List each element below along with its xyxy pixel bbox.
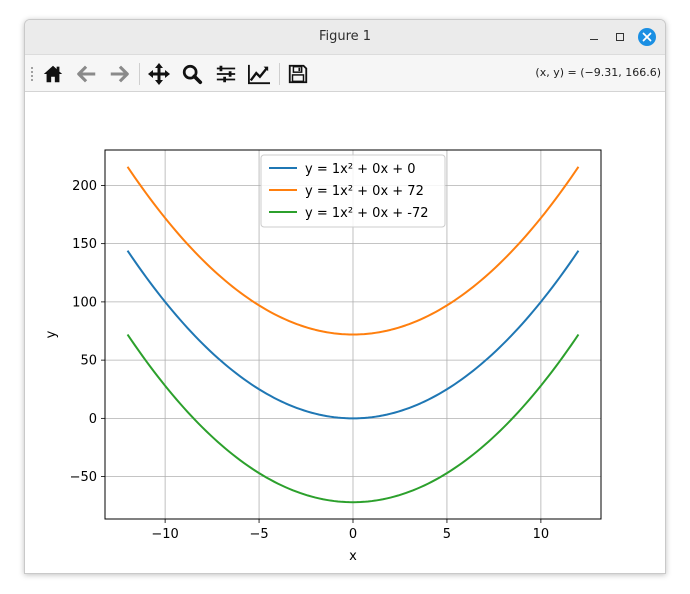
save-button[interactable]	[285, 61, 311, 87]
legend-entry: y = 1x² + 0x + 0	[305, 162, 416, 177]
x-tick-label: −5	[249, 527, 268, 542]
save-icon	[288, 64, 308, 84]
window-title: Figure 1	[318, 29, 372, 44]
close-icon	[638, 28, 656, 46]
figure-canvas[interactable]: −10 −5 0 5 10 −50 0 50 100 150 200 x y y = 1x² + 0…	[25, 92, 665, 573]
home-button[interactable]	[40, 61, 66, 87]
x-axis-label: x	[349, 549, 357, 564]
maximize-icon	[616, 33, 624, 41]
figure-window: Figure 1 (x, y) = (−9.31, 166.6) −10 −5 …	[24, 19, 666, 574]
x-tick-label: 10	[533, 527, 550, 542]
pan-button[interactable]	[146, 61, 172, 87]
toolbar-grip[interactable]	[30, 66, 34, 82]
navigation-toolbar: (x, y) = (−9.31, 166.6)	[25, 55, 665, 92]
forward-icon	[110, 65, 129, 83]
minimize-icon	[590, 39, 598, 40]
back-icon	[77, 65, 96, 83]
y-tick-label: 50	[80, 354, 97, 369]
edit-axis-icon	[248, 64, 270, 85]
toolbar-separator	[139, 63, 140, 85]
x-tick-label: 5	[443, 527, 451, 542]
y-axis-label: y	[44, 330, 59, 338]
back-button[interactable]	[74, 61, 100, 87]
minimize-button[interactable]	[585, 28, 603, 46]
zoom-icon	[182, 64, 203, 85]
edit-axis-button[interactable]	[246, 61, 272, 87]
home-icon	[43, 65, 63, 83]
plot-svg[interactable]: −10 −5 0 5 10−50050100150200 x y y = 1x² + 0…	[25, 92, 665, 573]
toolbar-separator	[279, 63, 280, 85]
title-bar[interactable]: Figure 1	[25, 20, 665, 55]
legend-entry: y = 1x² + 0x + 72	[305, 184, 424, 199]
y-tick-label: −50	[70, 470, 97, 485]
y-tick-label: 200	[72, 179, 97, 194]
zoom-button[interactable]	[179, 61, 205, 87]
maximize-button[interactable]	[611, 28, 629, 46]
cursor-coordinates: (x, y) = (−9.31, 166.6)	[535, 66, 661, 79]
x-tick-label: 0	[349, 527, 357, 542]
close-button[interactable]	[638, 28, 656, 46]
configure-subplots-icon	[216, 65, 236, 83]
legend-entry: y = 1x² + 0x + -72	[305, 206, 429, 221]
forward-button[interactable]	[106, 61, 132, 87]
pan-icon	[148, 63, 170, 85]
configure-subplots-button[interactable]	[213, 61, 239, 87]
y-tick-label: 100	[72, 295, 97, 310]
y-tick-label: 150	[72, 237, 97, 252]
y-tick-label: 0	[89, 412, 97, 427]
x-tick-label: −10	[151, 527, 178, 542]
legend: y = 1x² + 0x + 0 y = 1x² + 0x + 72 y = 1x²…	[260, 154, 446, 228]
